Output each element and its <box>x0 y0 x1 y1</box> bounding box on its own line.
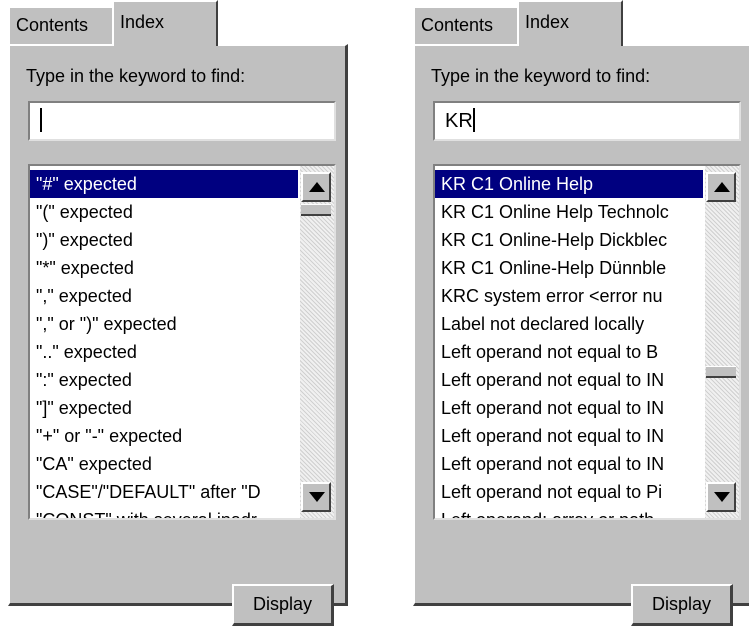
list-item[interactable]: KR C1 Online Help <box>435 170 703 198</box>
triangle-up-icon <box>714 182 730 192</box>
keyword-list[interactable]: "#" expected "(" expected ")" expected "… <box>28 164 336 520</box>
tab-index-label: Index <box>525 12 570 32</box>
list-item[interactable]: "," expected <box>30 282 298 310</box>
tab-page-index: Type in the keyword to find: "#" expecte… <box>8 44 348 626</box>
tab-index[interactable]: Index <box>517 0 623 46</box>
tab-contents[interactable]: Contents <box>8 6 116 44</box>
scroll-thumb[interactable] <box>706 366 736 378</box>
keyword-search-input[interactable] <box>28 101 336 141</box>
help-index-panel-right: Contents Index Type in the keyword to fi… <box>413 0 749 626</box>
scroll-up-button[interactable] <box>706 172 736 202</box>
tab-strip: Contents Index <box>8 0 348 46</box>
tab-page-index: Type in the keyword to find: KR KR C1 On… <box>413 44 749 626</box>
text-caret <box>40 108 42 133</box>
display-button-label: Display <box>252 594 313 614</box>
display-button[interactable]: Display <box>631 584 733 626</box>
list-item[interactable]: "*" expected <box>30 254 298 282</box>
keyword-list[interactable]: KR C1 Online Help KR C1 Online Help Tech… <box>433 164 741 520</box>
scroll-down-button[interactable] <box>301 482 331 512</box>
keyword-list-items: "#" expected "(" expected ")" expected "… <box>30 170 298 518</box>
keyword-prompt: Type in the keyword to find: <box>26 66 246 86</box>
list-item[interactable]: "#" expected <box>30 170 298 198</box>
list-item[interactable]: Left operand not equal to Pi <box>435 478 703 506</box>
list-item[interactable]: KRC system error <error nu <box>435 282 703 310</box>
tab-index[interactable]: Index <box>112 0 218 46</box>
tab-contents-label: Contents <box>16 15 89 35</box>
keyword-prompt: Type in the keyword to find: <box>431 66 651 86</box>
list-item[interactable]: KR C1 Online-Help Dünnble <box>435 254 703 282</box>
triangle-down-icon <box>714 492 730 502</box>
triangle-down-icon <box>309 492 325 502</box>
list-item[interactable]: ")" expected <box>30 226 298 254</box>
list-item[interactable]: KR C1 Online-Help Dickblec <box>435 226 703 254</box>
help-index-panel-left: Contents Index Type in the keyword to fi… <box>8 0 348 626</box>
list-item[interactable]: "CA" expected <box>30 450 298 478</box>
list-item[interactable]: ":" expected <box>30 366 298 394</box>
list-item[interactable]: Left operand not equal to IN <box>435 366 703 394</box>
list-item[interactable]: Label not declared locally <box>435 310 703 338</box>
list-item[interactable]: Left operand: array or path <box>435 506 703 518</box>
scroll-up-button[interactable] <box>301 172 331 202</box>
tab-strip: Contents Index <box>413 0 749 46</box>
list-item[interactable]: KR C1 Online Help Technolc <box>435 198 703 226</box>
list-item[interactable]: Left operand not equal to IN <box>435 450 703 478</box>
list-item[interactable]: Left operand not equal to IN <box>435 422 703 450</box>
scroll-thumb[interactable] <box>301 204 331 216</box>
list-item[interactable]: "(" expected <box>30 198 298 226</box>
search-value: KR <box>445 110 473 132</box>
list-item[interactable]: Left operand not equal to IN <box>435 394 703 422</box>
list-item[interactable]: "," or ")" expected <box>30 310 298 338</box>
display-button[interactable]: Display <box>232 584 334 626</box>
list-item[interactable]: ".." expected <box>30 338 298 366</box>
scroll-down-button[interactable] <box>706 482 736 512</box>
triangle-up-icon <box>309 182 325 192</box>
list-item[interactable]: "+" or "-" expected <box>30 422 298 450</box>
tab-contents[interactable]: Contents <box>413 6 521 44</box>
list-item[interactable]: "]" expected <box>30 394 298 422</box>
text-caret <box>472 108 475 133</box>
tab-contents-label: Contents <box>421 15 494 35</box>
keyword-list-items: KR C1 Online Help KR C1 Online Help Tech… <box>435 170 703 518</box>
display-button-label: Display <box>651 594 712 614</box>
list-item[interactable]: "CONST" with several inadr <box>30 506 298 518</box>
list-item[interactable]: "CASE"/"DEFAULT" after "D <box>30 478 298 506</box>
list-item[interactable]: Left operand not equal to B <box>435 338 703 366</box>
keyword-search-input[interactable]: KR <box>433 101 741 141</box>
tab-index-label: Index <box>120 12 165 32</box>
vertical-scrollbar[interactable] <box>705 166 739 518</box>
vertical-scrollbar[interactable] <box>300 166 334 518</box>
